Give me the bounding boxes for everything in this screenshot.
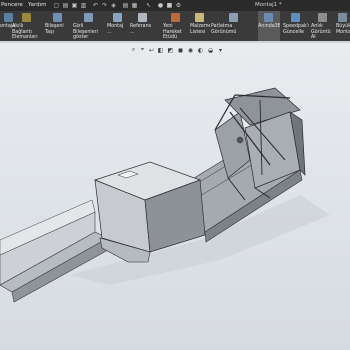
select-icon[interactable]: ↖	[145, 1, 152, 9]
bill-of-materials-icon	[195, 13, 204, 22]
ribbon-button-new-motion-study[interactable]: Yeni Hareket Etüdü	[163, 11, 189, 41]
move-component-icon	[53, 13, 62, 22]
ribbon-button-large-assembly[interactable]: Büyük Monta	[336, 11, 350, 41]
ribbon-label: Gizli Bileşenleri göster	[73, 24, 98, 41]
menu-item-yardim[interactable]: Yardım	[28, 2, 47, 8]
large-assembly-icon	[338, 13, 347, 22]
ribbon-label: Malzeme Listesi	[190, 24, 210, 35]
ribbon-button-bill-of-materials[interactable]: Malzeme Listesi	[190, 11, 210, 41]
ribbon-label: Akıllı Bağlantı Elemanları	[12, 24, 38, 41]
save-icon[interactable]: ▣	[71, 1, 78, 9]
ribbon-label: Anında3B	[258, 24, 280, 29]
rebuild-traffic-icon[interactable]: ●	[157, 1, 164, 9]
take-snapshot-icon	[318, 13, 327, 22]
command-manager-ribbon: ontaja Akıllı Bağlantı Elemanları Bileşe…	[0, 11, 350, 41]
menu-bar: Pencere Yardım ▢ ▤ ▣ ▥ ↶ ↷ ◈ ▤ ▦ ↖ ● ■ ⚙…	[0, 0, 350, 11]
smart-fasteners-icon	[22, 13, 31, 22]
assembly-model-view[interactable]	[0, 43, 350, 350]
assembly-features-icon	[113, 13, 122, 22]
instant3d-icon	[264, 13, 273, 22]
settings-gear-icon[interactable]: ⚙	[175, 1, 182, 9]
new-motion-study-icon	[171, 13, 180, 22]
ribbon-label: Montaj ...	[107, 24, 124, 35]
ribbon-button-show-hidden[interactable]: Gizli Bileşenleri göster	[73, 11, 106, 41]
ribbon-label: Büyük Monta	[336, 24, 350, 35]
ribbon-button-exploded-view[interactable]: Patlatma Görünümü	[211, 11, 258, 41]
ribbon-button-take-snapshot[interactable]: Anlık Görüntü Al	[311, 11, 335, 41]
ribbon-label: Speedpak'ı Güncelle	[283, 24, 309, 35]
ribbon-label: Referans ...	[130, 24, 152, 35]
file-properties-icon[interactable]: ▤	[122, 1, 129, 9]
show-hidden-components-icon	[84, 13, 93, 22]
solidworks-window: Pencere Yardım ▢ ▤ ▣ ▥ ↶ ↷ ◈ ▤ ▦ ↖ ● ■ ⚙…	[0, 0, 350, 350]
ribbon-button-move-component[interactable]: Bileşeni Taşı	[45, 11, 71, 41]
stop-icon[interactable]: ■	[166, 1, 173, 9]
ribbon-button-reference-geometry[interactable]: Referans ...	[130, 11, 156, 41]
ribbon-label: Patlatma Görünümü	[211, 24, 237, 35]
update-speedpak-icon	[291, 13, 300, 22]
ribbon-label: Anlık Görüntü Al	[311, 24, 331, 41]
options-icon[interactable]: ▦	[131, 1, 138, 9]
chute-part[interactable]	[0, 199, 109, 303]
menu-item-pencere[interactable]: Pencere	[1, 2, 23, 8]
ribbon-label: Yeni Hareket Etüdü	[163, 24, 182, 41]
ribbon-button-assembly-features[interactable]: Montaj ...	[107, 11, 129, 41]
rebuild-icon[interactable]: ◈	[110, 1, 117, 9]
redo-icon[interactable]: ↷	[101, 1, 108, 9]
reference-geometry-icon	[138, 13, 147, 22]
ribbon-button-smart-fasteners[interactable]: Akıllı Bağlantı Elemanları	[12, 11, 44, 41]
print-icon[interactable]: ▥	[80, 1, 87, 9]
ribbon-label: Bileşeni Taşı	[45, 24, 64, 35]
undo-icon[interactable]: ↶	[92, 1, 99, 9]
open-file-icon[interactable]: ▤	[62, 1, 69, 9]
exploded-view-icon	[229, 13, 238, 22]
window-title: Montaj1 *	[255, 2, 282, 8]
new-file-icon[interactable]: ▢	[53, 1, 60, 9]
ribbon-button-update-speedpak[interactable]: Speedpak'ı Güncelle	[283, 11, 309, 41]
ribbon-button-instant3d[interactable]: Anında3B	[258, 11, 280, 41]
